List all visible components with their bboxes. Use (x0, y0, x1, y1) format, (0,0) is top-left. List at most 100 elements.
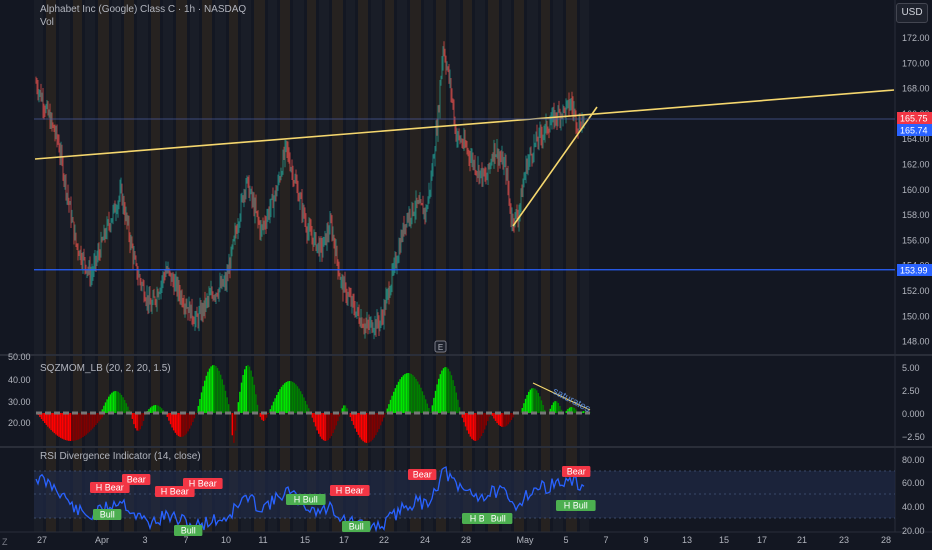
squeeze-bar (338, 413, 341, 417)
currency-button[interactable]: USD (896, 3, 928, 23)
timezone-icon[interactable]: Z (2, 537, 8, 547)
second-price-label: 165.74 (897, 124, 932, 136)
squeeze-bar (384, 413, 387, 414)
squeeze-bar (375, 413, 377, 436)
squeeze-bar (393, 391, 395, 413)
bull-divergence-label: H Bull (286, 494, 326, 505)
squeeze-bar (365, 413, 367, 443)
price-chart[interactable]: E saturates 172.00170.00168.00166.00164.… (0, 0, 932, 550)
squeeze-bar (441, 370, 443, 413)
bear-divergence-label: Bear (408, 469, 437, 480)
session-band (346, 0, 355, 532)
session-band (202, 0, 212, 532)
symbol-title[interactable]: Alphabet Inc (Google) Class C · 1h · NAS… (40, 4, 246, 15)
squeeze-bar (484, 413, 486, 430)
squeeze-bar (159, 406, 161, 413)
price-tag-text: 165.75 (900, 114, 928, 124)
squeeze-bar (287, 381, 289, 413)
squeeze-bar (151, 406, 153, 413)
squeeze-bar (234, 413, 237, 431)
rsi-tick: 60.00 (902, 478, 925, 488)
squeeze-bar (134, 413, 137, 429)
squeeze-bar (122, 397, 124, 413)
squeeze-bar (389, 399, 392, 413)
squeeze-bar (63, 413, 65, 440)
squeeze-bar (204, 380, 206, 413)
squeeze-bar (284, 383, 286, 413)
squeeze-bar (536, 390, 538, 413)
squeeze-bar (295, 384, 297, 413)
squeeze-bar (48, 413, 51, 429)
squeeze-bar (318, 413, 320, 434)
squeeze-bar (250, 370, 252, 413)
session-band (254, 0, 265, 532)
squeeze-bar (421, 391, 424, 413)
squeeze-bar (248, 366, 251, 413)
squeeze-bar (202, 386, 204, 413)
session-band (463, 0, 472, 532)
volume-tick: 20.00 (8, 418, 31, 428)
squeeze-bar (466, 413, 468, 431)
squeeze-bar (274, 398, 276, 413)
squeeze-bar (285, 382, 287, 413)
session-band (566, 0, 577, 532)
squeeze-bar (237, 402, 239, 413)
session-band (502, 0, 511, 532)
squeeze-bar (447, 368, 449, 413)
squeeze-bar (207, 371, 209, 413)
squeeze-bar (507, 413, 509, 425)
squeeze-bar (457, 399, 459, 413)
squeeze-bar (444, 367, 446, 413)
squeeze-bar (413, 376, 416, 413)
squeeze-bar (368, 413, 371, 443)
squeeze-bar (354, 413, 356, 429)
time-tick: 10 (221, 535, 231, 545)
squeeze-bar (360, 413, 363, 440)
squeeze-bar (212, 365, 214, 413)
squeeze-bar (247, 365, 249, 413)
squeeze-bar (454, 385, 456, 413)
squeeze-bar (71, 413, 73, 441)
squeeze-bar (233, 413, 235, 443)
squeeze-bar (74, 413, 76, 441)
squeeze-bar (85, 413, 87, 435)
label-text: Bull (181, 526, 196, 536)
squeeze-bar (224, 390, 227, 413)
squeeze-bar (504, 413, 506, 427)
squeeze-bar (190, 413, 192, 426)
bear-divergence-label: Bear (122, 474, 151, 485)
volume-legend[interactable]: Vol (40, 17, 54, 28)
time-tick: 28 (461, 535, 471, 545)
squeeze-bar (76, 413, 78, 441)
squeeze-bar (357, 413, 359, 435)
squeeze-bar (69, 413, 71, 441)
squeeze-bar (380, 413, 382, 426)
squeeze-bar (399, 379, 401, 413)
squeeze-bar (300, 391, 302, 413)
squeeze-bar (335, 413, 337, 426)
squeeze-bar (446, 367, 448, 413)
squeeze-bar (526, 394, 528, 413)
squeeze-bar (231, 413, 233, 436)
volume-tick: 30.00 (8, 397, 31, 407)
price-tick: 158.00 (902, 210, 930, 220)
squeeze-bar (314, 413, 317, 427)
squeeze-bar (452, 380, 454, 413)
squeeze-title[interactable]: SQZMOM_LB (20, 2, 20, 1.5) (40, 363, 171, 374)
squeeze-bar (267, 413, 269, 415)
squeeze-bar (415, 378, 417, 413)
time-tick: 17 (339, 535, 349, 545)
bull-divergence-label: Bull (93, 509, 122, 520)
label-text: H Bull (564, 501, 588, 511)
squeeze-bar (423, 395, 425, 413)
session-band (358, 0, 368, 532)
rsi-title[interactable]: RSI Divergence Indicator (14, close) (40, 451, 201, 462)
last-price-label: 165.75 (897, 112, 932, 124)
squeeze-bar (173, 413, 175, 431)
squeeze-bar (539, 396, 541, 413)
rsi-tick: 40.00 (902, 502, 925, 512)
squeeze-bar (480, 413, 483, 436)
squeeze-bar (524, 398, 527, 413)
price-tick: 172.00 (902, 33, 930, 43)
bull-divergence-label: Bull (484, 513, 513, 524)
